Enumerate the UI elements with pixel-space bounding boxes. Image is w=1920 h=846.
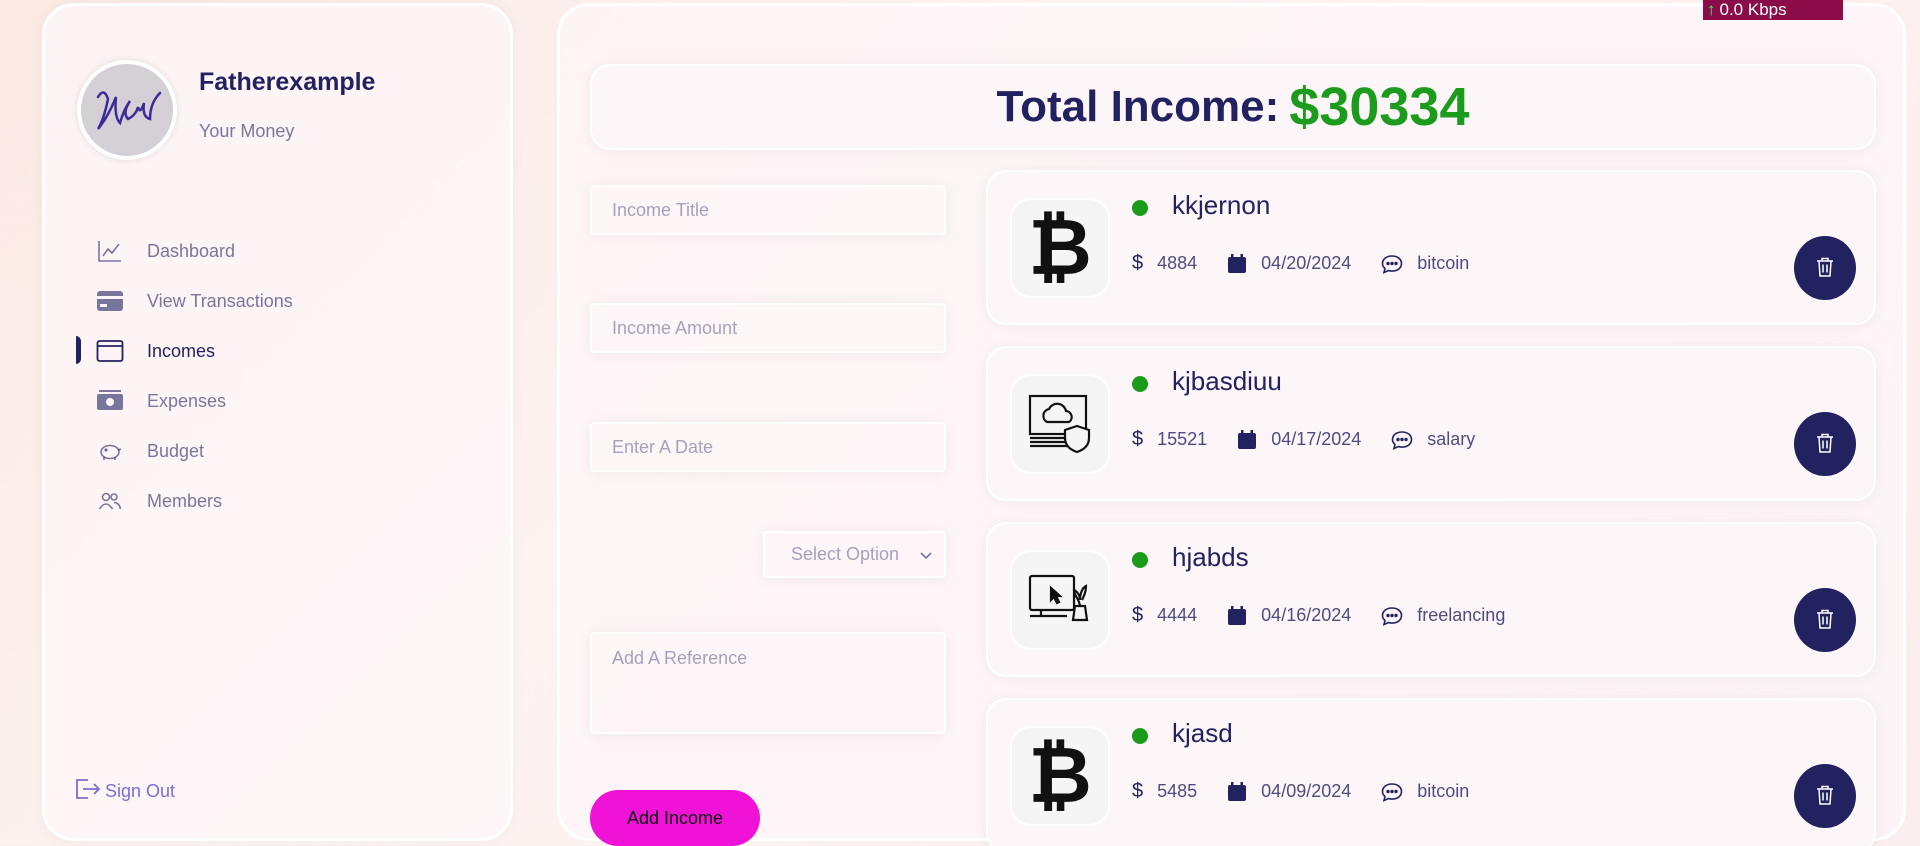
add-income-button[interactable]: Add Income <box>590 790 760 846</box>
dollar-icon: $ <box>1132 780 1144 802</box>
income-amount: 4444 <box>1157 605 1198 625</box>
sign-out-label: Sign Out <box>105 781 176 801</box>
total-income-label: Total Income: <box>996 82 1280 131</box>
calendar-icon <box>1227 253 1247 274</box>
trash-icon <box>1816 785 1834 808</box>
sidebar-item-label: Budget <box>147 440 205 461</box>
income-category: bitcoin <box>1417 781 1470 801</box>
income-item: ₿ kkjernon $4884 04/20/2024 bitcoin <box>986 170 1876 325</box>
income-date: 04/17/2024 <box>1271 429 1362 449</box>
total-income-value: $30334 <box>1289 77 1470 137</box>
profile-subtitle: Your Money <box>199 121 295 141</box>
trash-icon <box>1816 257 1834 280</box>
sidebar-item-label: Incomes <box>147 340 216 361</box>
delete-button[interactable] <box>1794 588 1856 652</box>
freelance-icon <box>1010 550 1110 650</box>
sidebar-nav: Dashboard View Transactions Incomes Expe… <box>75 226 293 526</box>
salary-icon <box>1010 374 1110 474</box>
income-amount-input[interactable] <box>590 303 946 353</box>
status-dot <box>1132 200 1148 216</box>
profile-name: Fatherexample <box>199 68 376 96</box>
income-amount: 4884 <box>1157 253 1198 273</box>
dollar-icon: $ <box>1132 252 1144 274</box>
sign-out-button[interactable]: Sign Out <box>75 778 175 805</box>
dollar-icon: $ <box>1132 428 1144 450</box>
income-title: kjasd <box>1172 718 1233 748</box>
comment-icon <box>1381 254 1403 274</box>
svg-text:₿: ₿ <box>1028 208 1092 288</box>
income-title-input[interactable] <box>590 185 946 235</box>
bitcoin-icon: ₿ <box>1010 198 1110 298</box>
upload-arrow-icon: ↑ <box>1707 0 1716 19</box>
status-dot <box>1132 552 1148 568</box>
comment-icon <box>1381 606 1403 626</box>
income-date: 04/20/2024 <box>1261 253 1352 273</box>
reference-textarea[interactable] <box>590 632 946 734</box>
dollar-icon: $ <box>1132 604 1144 626</box>
income-date: 04/16/2024 <box>1261 605 1352 625</box>
avatar <box>77 60 177 160</box>
total-income-box: Total Income: $30334 <box>590 64 1876 150</box>
sidebar-item-view-transactions[interactable]: View Transactions <box>75 276 293 326</box>
category-select-value: Select Option <box>791 544 900 564</box>
income-item: ₿ kjasd $5485 04/09/2024 bitcoin <box>986 698 1876 846</box>
sign-out-icon <box>75 778 101 805</box>
credit-card-icon <box>95 286 125 316</box>
income-title: kkjernon <box>1172 190 1271 220</box>
trash-icon <box>1816 609 1834 632</box>
sidebar: Fatherexample Your Money Dashboard View … <box>42 3 513 841</box>
money-bill-icon <box>95 386 125 416</box>
sidebar-item-members[interactable]: Members <box>75 476 293 526</box>
sidebar-item-incomes[interactable]: Incomes <box>75 326 293 376</box>
sidebar-item-dashboard[interactable]: Dashboard <box>75 226 293 276</box>
chart-line-icon <box>95 236 125 266</box>
income-title: kjbasdiuu <box>1172 366 1282 396</box>
network-speed-label: 0.0 Kbps <box>1719 0 1787 19</box>
status-dot <box>1132 728 1148 744</box>
trash-icon <box>1816 433 1834 456</box>
status-dot <box>1132 376 1148 392</box>
piggy-bank-icon <box>95 436 125 466</box>
sidebar-item-label: View Transactions <box>147 290 293 311</box>
income-category: salary <box>1427 429 1476 449</box>
income-meta: $4884 04/20/2024 bitcoin <box>1132 252 1499 275</box>
income-meta: $5485 04/09/2024 bitcoin <box>1132 780 1499 803</box>
income-category: freelancing <box>1417 605 1506 625</box>
delete-button[interactable] <box>1794 764 1856 828</box>
comment-icon <box>1381 782 1403 802</box>
sidebar-item-label: Expenses <box>147 390 227 411</box>
income-date-input[interactable] <box>590 422 946 472</box>
delete-button[interactable] <box>1794 412 1856 476</box>
network-speed-badge: ↑ 0.0 Kbps <box>1703 0 1843 20</box>
sidebar-item-budget[interactable]: Budget <box>75 426 293 476</box>
income-meta: $4444 04/16/2024 freelancing <box>1132 604 1535 627</box>
income-item: kjbasdiuu $15521 04/17/2024 salary <box>986 346 1876 501</box>
calendar-icon <box>1227 605 1247 626</box>
calendar-icon <box>1237 429 1257 450</box>
chevron-down-icon <box>920 544 932 565</box>
sidebar-item-label: Members <box>147 490 223 511</box>
income-title: hjabds <box>1172 542 1249 572</box>
income-meta: $15521 04/17/2024 salary <box>1132 428 1505 451</box>
income-category: bitcoin <box>1417 253 1470 273</box>
users-icon <box>95 486 125 516</box>
delete-button[interactable] <box>1794 236 1856 300</box>
sidebar-item-label: Dashboard <box>147 240 236 261</box>
income-item: hjabds $4444 04/16/2024 freelancing <box>986 522 1876 677</box>
calendar-icon <box>1227 781 1247 802</box>
income-amount: 5485 <box>1157 781 1198 801</box>
svg-text:₿: ₿ <box>1028 736 1092 816</box>
income-amount: 15521 <box>1157 429 1208 449</box>
comment-icon <box>1391 430 1413 450</box>
user-profile: Fatherexample Your Money <box>77 60 375 160</box>
wallet-icon <box>95 336 125 366</box>
income-date: 04/09/2024 <box>1261 781 1352 801</box>
category-select[interactable]: Select Option <box>763 531 946 578</box>
sidebar-item-expenses[interactable]: Expenses <box>75 376 293 426</box>
bitcoin-icon: ₿ <box>1010 726 1110 826</box>
